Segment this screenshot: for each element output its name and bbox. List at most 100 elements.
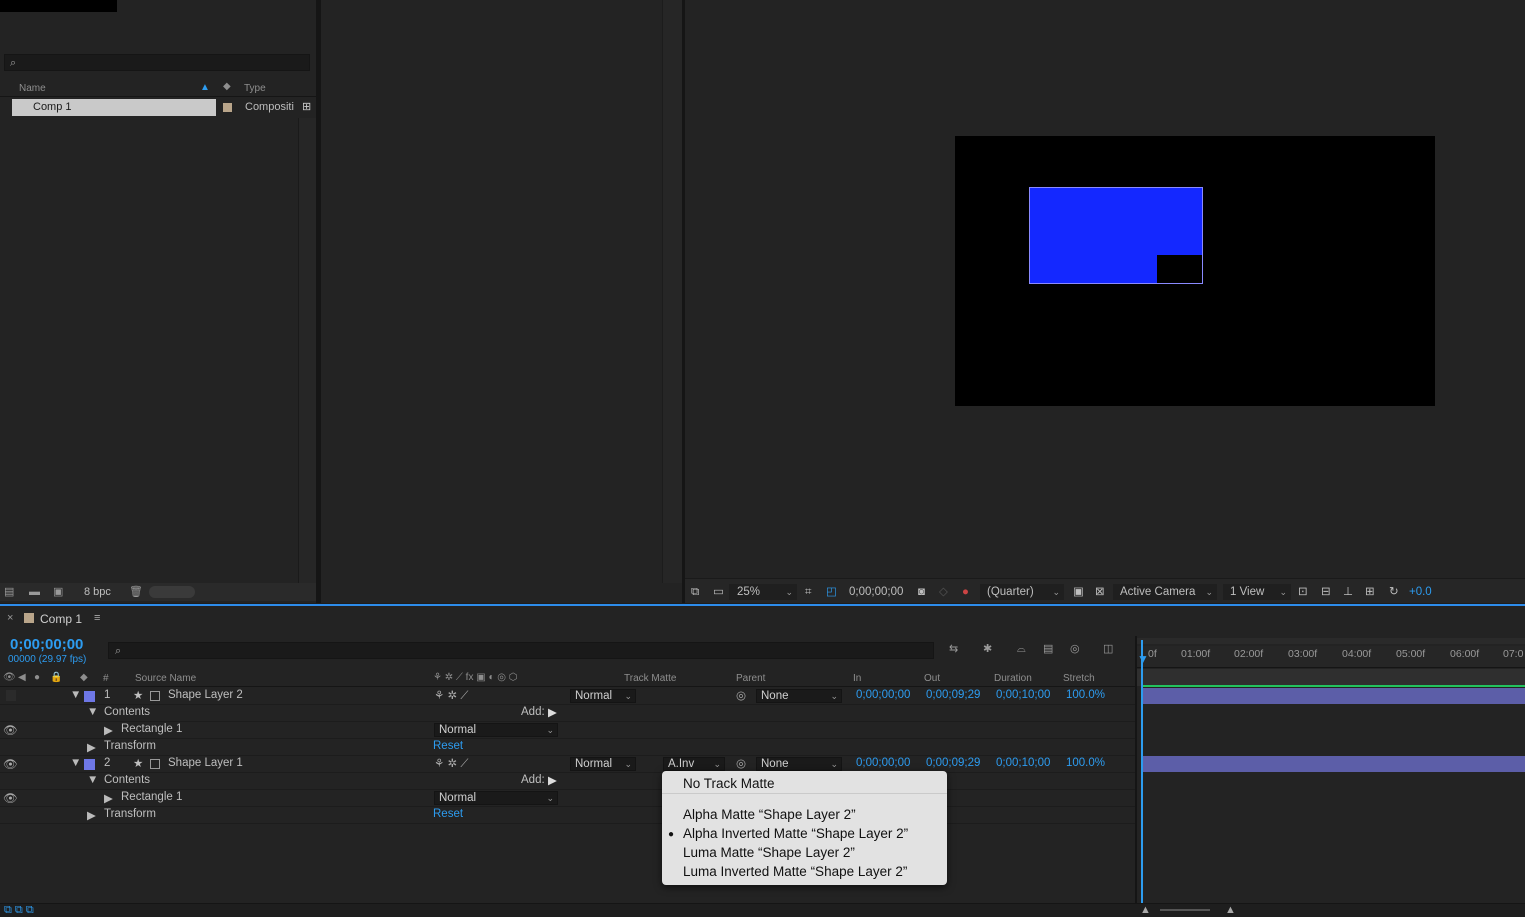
region-of-interest-icon[interactable]: ◰ — [826, 584, 837, 600]
layer-row[interactable]: 👁 ▼ 2 ★ Shape Layer 1 ⚘ ✲ ⟋ Normal ⌄ A.In… — [0, 756, 1135, 773]
project-search-input[interactable]: ⌕ — [4, 54, 310, 71]
flowchart-icon[interactable]: ⊞ — [1365, 584, 1375, 600]
lock-icon[interactable]: 🔒 — [50, 672, 62, 683]
layer-out-time[interactable]: 0;00;09;29 — [926, 689, 980, 701]
col-source-name[interactable]: Source Name — [135, 673, 196, 684]
project-scrollbar[interactable] — [298, 118, 316, 583]
twirl-right-icon[interactable]: ▶ — [104, 723, 113, 737]
layer-in-time[interactable]: 0;00;00;00 — [856, 689, 910, 701]
layer-duration-bar[interactable] — [1143, 756, 1525, 772]
reset-link[interactable]: Reset — [433, 740, 463, 752]
middle-scrollbar[interactable] — [662, 0, 682, 583]
visibility-toggle[interactable] — [6, 690, 16, 701]
property-row[interactable]: ▶ Transform Reset — [0, 807, 1135, 824]
eye-icon[interactable]: 👁 — [3, 672, 16, 683]
thumbnail-slider[interactable] — [149, 586, 195, 598]
motion-blur-icon[interactable]: ◎ — [1070, 643, 1080, 655]
parent-dropdown[interactable]: None ⌄ — [756, 689, 842, 703]
layer-stretch[interactable]: 100.0% — [1066, 689, 1105, 701]
zoom-dropdown[interactable]: 25% ⌄ — [729, 584, 797, 600]
blend-mode-dropdown[interactable]: Normal ⌄ — [570, 689, 636, 703]
add-menu-icon[interactable]: ▶ — [548, 705, 557, 719]
fast-previews-icon[interactable]: ▣ — [1073, 584, 1084, 600]
frame-blending-icon[interactable]: ▤ — [1043, 643, 1053, 655]
layer-out-time[interactable]: 0;00;09;29 — [926, 757, 980, 769]
menu-item-luma-matte[interactable]: Luma Matte “Shape Layer 2” — [683, 843, 855, 862]
view-layout-dropdown[interactable]: 1 View ⌄ — [1223, 584, 1291, 600]
color-channels-icon[interactable]: ● — [962, 584, 969, 600]
zoom-slider[interactable] — [1160, 909, 1210, 911]
current-time-indicator[interactable] — [1141, 640, 1143, 916]
layer-duration-bar[interactable] — [1143, 688, 1525, 704]
menu-item-no-track-matte[interactable]: No Track Matte — [683, 774, 775, 793]
interpret-footage-icon[interactable]: ▤ — [4, 586, 14, 598]
layer-in-time[interactable]: 0;00;00;00 — [856, 757, 910, 769]
snapshot-icon[interactable]: ◙ — [918, 584, 925, 600]
twirl-down-icon[interactable]: ▼ — [70, 757, 81, 769]
col-type[interactable]: Type — [244, 83, 266, 94]
work-area-bar[interactable] — [1137, 638, 1525, 644]
draft-3d-icon[interactable]: ✱ — [983, 643, 992, 655]
blend-mode-dropdown[interactable]: Normal ⌄ — [570, 757, 636, 771]
layer-switches[interactable]: ⚘ ✲ ⟋ — [434, 756, 468, 771]
resolution-dropdown[interactable]: (Quarter) ⌄ — [980, 584, 1064, 600]
layer-duration[interactable]: 0;00;10;00 — [996, 689, 1050, 701]
property-row[interactable]: ▼ Contents Add: ▶ — [0, 705, 1135, 722]
timeline-current-time[interactable]: 0;00;00;00 — [10, 636, 83, 653]
twirl-down-icon[interactable]: ▼ — [87, 774, 98, 786]
menu-item-luma-inverted-matte[interactable]: Luma Inverted Matte “Shape Layer 2” — [683, 862, 907, 881]
eye-icon[interactable]: 👁 — [3, 757, 18, 771]
playhead-icon[interactable]: ▼ — [1137, 652, 1149, 666]
panel-menu-icon[interactable]: ≡ — [94, 612, 100, 624]
audio-icon[interactable]: ◀ — [18, 672, 26, 683]
property-row[interactable]: 👁 ▶ Rectangle 1 Normal ⌄ — [0, 722, 1135, 739]
toggle-pixel-aspect-icon[interactable]: ⊡ — [1298, 584, 1308, 600]
zoom-in-icon[interactable]: ▲ — [1225, 904, 1236, 916]
solo-icon[interactable]: ● — [34, 672, 40, 683]
label-tag-icon[interactable]: ◆ — [223, 81, 231, 92]
col-name[interactable]: Name — [19, 83, 46, 94]
new-folder-icon[interactable]: ▬ — [29, 586, 40, 598]
layer-label-swatch[interactable] — [84, 759, 95, 770]
twirl-down-icon[interactable]: ▼ — [87, 706, 98, 718]
sort-ascending-icon[interactable]: ▲ — [200, 82, 210, 93]
twirl-right-icon[interactable]: ▶ — [87, 808, 96, 822]
fast-render-icon[interactable]: ⊟ — [1321, 584, 1331, 600]
add-menu-icon[interactable]: ▶ — [548, 773, 557, 787]
timeline-search-input[interactable]: ⌕ — [108, 642, 934, 659]
camera-dropdown[interactable]: Active Camera ⌄ — [1113, 584, 1217, 600]
layer-row[interactable]: ▼ 1 ★ Shape Layer 2 ⚘ ✲ ⟋ Normal ⌄ ◎ None… — [0, 688, 1135, 705]
eye-icon[interactable]: 👁 — [3, 791, 18, 805]
rectangle-blend-dropdown[interactable]: Normal ⌄ — [434, 723, 558, 737]
viewer-timecode[interactable]: 0;00;00;00 — [849, 584, 903, 600]
magnification-icon[interactable]: ⧉ — [691, 584, 699, 600]
layer-duration[interactable]: 0;00;10;00 — [996, 757, 1050, 769]
exposure-value[interactable]: +0.0 — [1409, 584, 1432, 600]
layer-switches[interactable]: ⚘ ✲ ⟋ — [434, 688, 468, 703]
rectangle-blend-dropdown[interactable]: Normal ⌄ — [434, 791, 558, 805]
comp-mini-flowchart-icon[interactable]: ⇆ — [949, 643, 958, 655]
property-row[interactable]: 👁 ▶ Rectangle 1 Normal ⌄ — [0, 790, 1135, 807]
twirl-down-icon[interactable]: ▼ — [70, 689, 81, 701]
transparency-grid-icon[interactable]: ⊠ — [1095, 584, 1105, 600]
show-snapshot-icon[interactable]: ◇ — [939, 584, 948, 600]
parent-dropdown[interactable]: None ⌄ — [756, 757, 842, 771]
reset-link[interactable]: Reset — [433, 808, 463, 820]
close-icon[interactable]: × — [7, 612, 13, 624]
layer-name[interactable]: Shape Layer 1 — [168, 757, 243, 769]
bit-depth-button[interactable]: 8 bpc — [84, 586, 111, 598]
layer-name[interactable]: Shape Layer 2 — [168, 689, 243, 701]
label-tag-icon[interactable]: ◆ — [80, 672, 88, 683]
zoom-out-icon[interactable]: ▲ — [1140, 904, 1151, 916]
trash-icon[interactable]: 🗑 — [129, 586, 143, 598]
new-composition-icon[interactable]: ▣ — [53, 586, 63, 598]
twirl-right-icon[interactable]: ▶ — [104, 791, 113, 805]
property-row[interactable]: ▶ Transform Reset — [0, 739, 1135, 756]
hide-shy-layers-icon[interactable]: ⌓ — [1017, 643, 1026, 655]
layer-switches-toggle-icon[interactable]: ⧉ ⧉ ⧉ — [4, 904, 34, 917]
layer-stretch[interactable]: 100.0% — [1066, 757, 1105, 769]
flowchart-icon[interactable]: ⊞ — [302, 100, 311, 113]
menu-item-alpha-inverted-matte[interactable]: Alpha Inverted Matte “Shape Layer 2” — [683, 824, 908, 843]
parent-pickwhip-icon[interactable]: ◎ — [736, 688, 746, 702]
parent-pickwhip-icon[interactable]: ◎ — [736, 756, 746, 770]
